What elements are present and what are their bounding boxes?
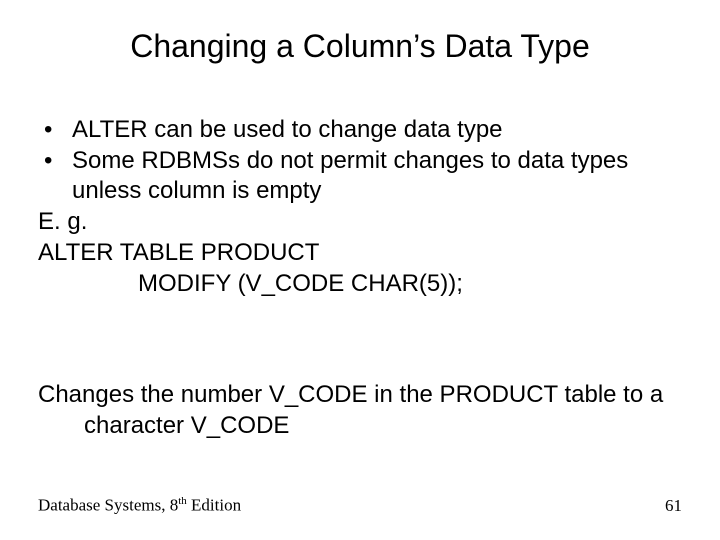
footer-text-post: Edition <box>187 496 241 515</box>
sql-line: MODIFY (V_CODE CHAR(5)); <box>38 269 682 300</box>
footer-source: Database Systems, 8th Edition <box>38 495 241 516</box>
example-label: E. g. <box>38 207 682 238</box>
sql-line: ALTER TABLE PRODUCT <box>38 238 682 269</box>
slide: Changing a Column’s Data Type • ALTER ca… <box>0 0 720 540</box>
slide-body: • ALTER can be used to change data type … <box>38 115 682 299</box>
page-number: 61 <box>665 496 682 516</box>
bullet-item: • ALTER can be used to change data type <box>38 115 682 146</box>
bullet-item: • Some RDBMSs do not permit changes to d… <box>38 146 682 207</box>
bullet-text: ALTER can be used to change data type <box>72 115 682 146</box>
footer-text-sup: th <box>178 495 187 507</box>
bullet-dot-icon: • <box>38 146 72 177</box>
description-paragraph: Changes the number V_CODE in the PRODUCT… <box>38 380 682 441</box>
footer-text-pre: Database Systems, 8 <box>38 496 178 515</box>
bullet-dot-icon: • <box>38 115 72 146</box>
description-text: Changes the number V_CODE in the PRODUCT… <box>38 380 682 441</box>
slide-title: Changing a Column’s Data Type <box>0 28 720 65</box>
bullet-text: Some RDBMSs do not permit changes to dat… <box>72 146 682 207</box>
